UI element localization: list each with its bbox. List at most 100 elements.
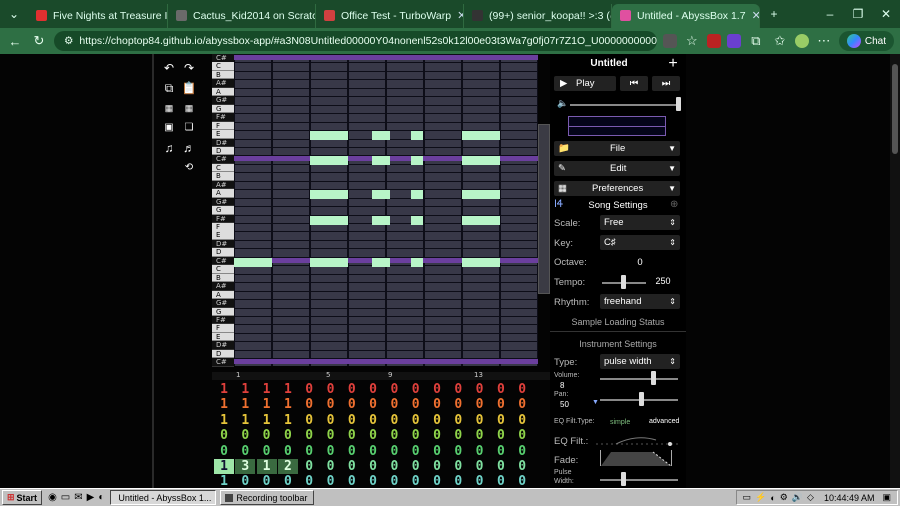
piano-key[interactable]: D bbox=[212, 349, 234, 359]
channel-row[interactable]: 111100000000000 bbox=[212, 382, 550, 397]
eq-advanced-option[interactable]: advanced bbox=[646, 417, 682, 426]
add-icon[interactable]: + bbox=[664, 56, 682, 72]
pattern-cell[interactable]: 0 bbox=[427, 382, 447, 397]
pattern-cell[interactable]: 0 bbox=[384, 382, 404, 397]
pattern-cell[interactable]: 0 bbox=[448, 428, 468, 443]
extension-icon[interactable] bbox=[662, 34, 677, 48]
note-block[interactable] bbox=[310, 190, 348, 200]
pattern-cell[interactable]: 0 bbox=[321, 413, 341, 428]
pattern-cell[interactable]: 0 bbox=[406, 413, 426, 428]
undo-icon[interactable]: ↶ bbox=[161, 60, 177, 76]
piano-key[interactable]: A# bbox=[212, 180, 234, 190]
tempo-slider-knob[interactable] bbox=[621, 275, 626, 289]
quicklaunch-ie-icon[interactable]: ◉ bbox=[48, 492, 57, 503]
note-block[interactable] bbox=[411, 131, 423, 141]
piano-key[interactable]: F# bbox=[212, 214, 234, 224]
piano-key[interactable]: G bbox=[212, 104, 234, 114]
fade-envelope[interactable] bbox=[600, 450, 672, 467]
twitch-icon[interactable] bbox=[726, 34, 741, 48]
instrument-volume-slider[interactable] bbox=[600, 378, 678, 380]
pulse-width-knob[interactable] bbox=[621, 472, 626, 486]
channel-row[interactable]: 000000000000000 bbox=[212, 444, 550, 459]
pattern-cell[interactable]: 0 bbox=[299, 382, 319, 397]
piano-key[interactable]: D# bbox=[212, 239, 234, 249]
maximize-icon[interactable]: ❐ bbox=[844, 7, 872, 21]
pattern-cell[interactable]: 0 bbox=[363, 428, 383, 443]
pattern-cell[interactable]: 1 bbox=[235, 397, 255, 412]
pattern-cell[interactable]: 0 bbox=[448, 413, 468, 428]
close-icon[interactable]: ✕ bbox=[451, 9, 463, 22]
pattern-cell[interactable]: 0 bbox=[470, 459, 490, 474]
file-menu[interactable]: 📁 File ▼ bbox=[554, 141, 680, 156]
pattern-cell[interactable]: 0 bbox=[257, 428, 277, 443]
pattern-cell[interactable]: 1 bbox=[214, 397, 234, 412]
tray-icon[interactable]: ◐ bbox=[770, 493, 775, 503]
note-block[interactable] bbox=[372, 215, 390, 225]
pattern-cell[interactable]: 1 bbox=[257, 397, 277, 412]
channel-row[interactable]: 131200000000000 bbox=[212, 459, 550, 474]
note-icon[interactable]: ♫ bbox=[161, 140, 177, 156]
pattern-cell[interactable]: 0 bbox=[363, 397, 383, 412]
pattern-cell[interactable]: 0 bbox=[342, 382, 362, 397]
tray-icon[interactable]: ▭ bbox=[743, 492, 752, 503]
pattern-cell[interactable]: 0 bbox=[363, 444, 383, 459]
pattern-cell[interactable]: 0 bbox=[512, 444, 532, 459]
instrument-volume-knob[interactable] bbox=[651, 371, 656, 385]
pattern-cell[interactable]: 0 bbox=[427, 413, 447, 428]
pattern-cell[interactable]: 0 bbox=[321, 428, 341, 443]
page-scrollbar[interactable] bbox=[890, 54, 900, 488]
pattern-cell[interactable]: 0 bbox=[406, 428, 426, 443]
tray-icon[interactable]: ⚡ bbox=[755, 492, 766, 503]
pattern-cell[interactable]: 0 bbox=[342, 397, 362, 412]
pattern-cell[interactable]: 0 bbox=[448, 459, 468, 474]
pattern-cell[interactable]: 0 bbox=[321, 459, 341, 474]
grid-column[interactable] bbox=[311, 54, 347, 366]
pulse-width-slider[interactable] bbox=[600, 479, 678, 481]
pattern-cell[interactable]: 0 bbox=[342, 459, 362, 474]
pattern-cell[interactable]: 0 bbox=[470, 428, 490, 443]
channel-row[interactable]: 000000000000000 bbox=[212, 428, 550, 443]
pattern-cell[interactable]: 0 bbox=[384, 459, 404, 474]
piano-key[interactable]: C# bbox=[212, 256, 234, 266]
piano-key[interactable]: F# bbox=[212, 315, 234, 325]
pattern-cell[interactable]: 1 bbox=[214, 413, 234, 428]
track-editor[interactable]: 1 5 9 13 1111000000000001111000000000001… bbox=[212, 371, 550, 489]
piano-key[interactable]: C# bbox=[212, 155, 234, 164]
pattern-cell[interactable]: 0 bbox=[363, 459, 383, 474]
copilot-chat-button[interactable]: Chat bbox=[838, 31, 894, 51]
close-icon[interactable]: ✕ bbox=[746, 9, 759, 22]
delete-bars-icon[interactable]: ▦ bbox=[181, 100, 197, 116]
pattern-cell[interactable]: 0 bbox=[321, 444, 341, 459]
browser-tab-2[interactable]: Cactus_Kid2014 on Scratch ✕ bbox=[168, 3, 316, 28]
tab-list-chevron-icon[interactable]: ⌄ bbox=[0, 7, 28, 21]
piano-key[interactable]: G# bbox=[212, 96, 234, 105]
pattern-cell[interactable]: 0 bbox=[363, 382, 383, 397]
piano-key[interactable]: C# bbox=[212, 54, 234, 63]
note-block[interactable] bbox=[462, 190, 500, 200]
pattern-cell[interactable]: 0 bbox=[427, 397, 447, 412]
key-select[interactable]: C♯ ⇕ bbox=[600, 235, 680, 250]
note-block[interactable] bbox=[234, 257, 272, 267]
piano-key[interactable]: E bbox=[212, 231, 234, 240]
piano-key[interactable]: E bbox=[212, 332, 234, 342]
edit-menu[interactable]: ✎ Edit ▼ bbox=[554, 161, 680, 176]
piano-key[interactable]: C bbox=[212, 265, 234, 274]
volume-tray-icon[interactable]: 🔊 bbox=[792, 492, 803, 503]
scrollbar-thumb[interactable] bbox=[892, 64, 898, 154]
browser-tab-1[interactable]: Five Nights at Treasure Island: / ✕ bbox=[28, 3, 168, 28]
pattern-cell[interactable]: 0 bbox=[342, 428, 362, 443]
note-block[interactable] bbox=[310, 131, 348, 141]
pattern-cell[interactable]: 0 bbox=[406, 459, 426, 474]
pattern-cell[interactable]: 1 bbox=[278, 382, 298, 397]
browser-tab-5-active[interactable]: Untitled - AbyssBox 1.7 ✕ bbox=[612, 3, 760, 28]
note-block[interactable] bbox=[372, 131, 390, 141]
extension-icon[interactable] bbox=[706, 34, 721, 48]
grid-column[interactable] bbox=[501, 54, 537, 366]
close-window-icon[interactable]: ✕ bbox=[872, 7, 900, 21]
pattern-cell[interactable]: 0 bbox=[427, 444, 447, 459]
bar-number-ruler[interactable]: 1 5 9 13 bbox=[212, 371, 550, 380]
pattern-cell[interactable]: 0 bbox=[512, 428, 532, 443]
piano-key[interactable]: E bbox=[212, 130, 234, 139]
pattern-cell[interactable]: 0 bbox=[214, 428, 234, 443]
pattern-cell[interactable]: 1 bbox=[278, 413, 298, 428]
